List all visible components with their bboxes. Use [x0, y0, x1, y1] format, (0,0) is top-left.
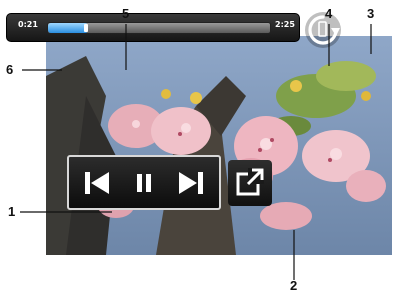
elapsed-time: 0:21 [18, 20, 38, 29]
callout-3: 3 [367, 6, 375, 21]
video-screen[interactable] [46, 36, 392, 255]
seek-bar-progress [48, 23, 88, 33]
video-frame-image [46, 36, 392, 255]
previous-button[interactable] [79, 165, 115, 201]
total-time: 2:25 [275, 20, 295, 29]
fullscreen-icon [236, 168, 264, 196]
skip-next-icon [179, 172, 203, 194]
callout-2: 2 [290, 278, 298, 293]
figure: 0:21 2:25 6 5 4 3 1 2 [0, 0, 404, 294]
rotate-icon [308, 15, 340, 45]
callout-4: 4 [325, 6, 333, 21]
seek-bar-thumb[interactable] [83, 24, 88, 32]
playback-controls-panel [67, 155, 221, 210]
callout-1: 1 [8, 204, 16, 219]
callout-6: 6 [6, 62, 14, 77]
rotate-button[interactable] [305, 12, 341, 48]
callout-5: 5 [122, 6, 130, 21]
seek-bar[interactable] [47, 22, 271, 34]
next-button[interactable] [173, 165, 209, 201]
skip-previous-icon [85, 172, 109, 194]
pause-button[interactable] [126, 165, 162, 201]
progress-bar-panel: 0:21 2:25 [6, 13, 300, 42]
pause-icon [137, 174, 151, 192]
fullscreen-button[interactable] [228, 160, 272, 206]
